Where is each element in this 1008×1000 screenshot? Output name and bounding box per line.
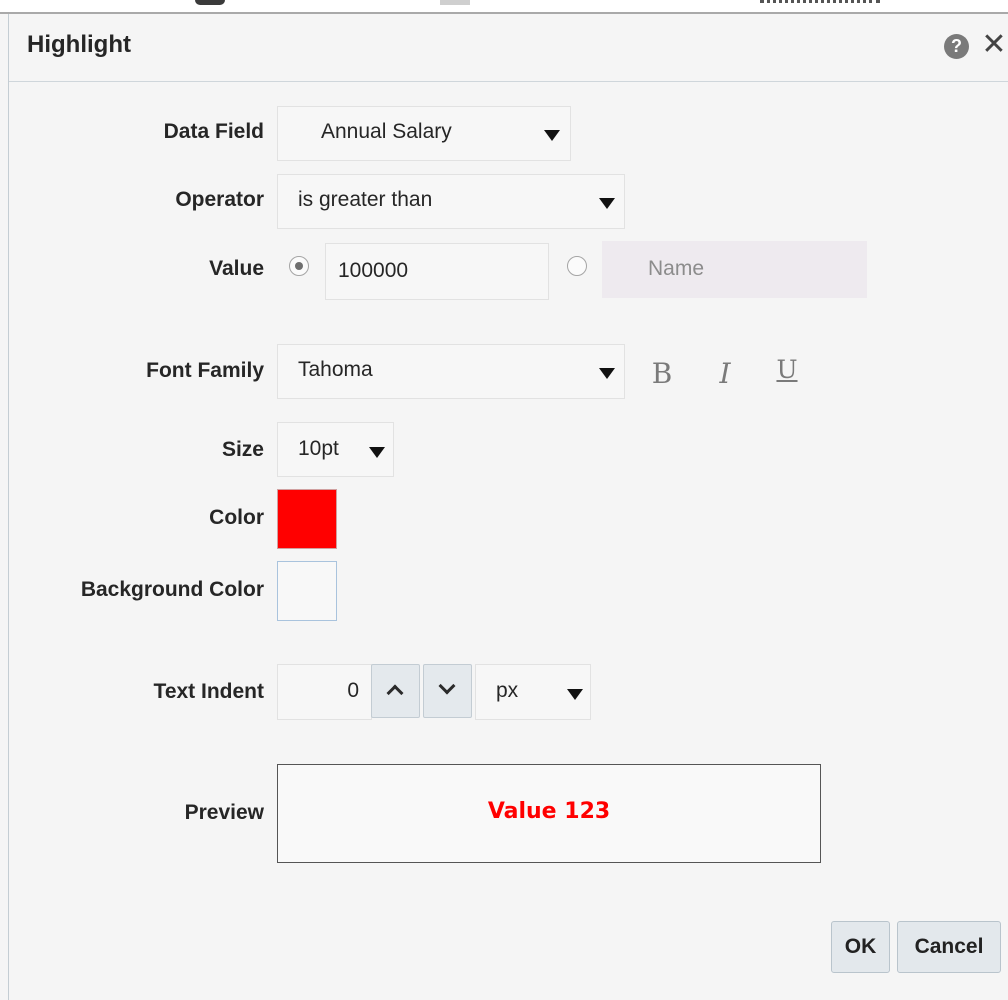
decrement-button[interactable] bbox=[423, 664, 472, 718]
dialog-title: Highlight bbox=[27, 31, 131, 58]
size-value: 10pt bbox=[298, 437, 339, 460]
background-window-strip bbox=[0, 0, 1008, 14]
preview-box: Value 123 bbox=[277, 764, 821, 863]
text-indent-control: 0 px bbox=[277, 664, 591, 720]
value-number-text: 100000 bbox=[338, 259, 409, 282]
chevron-down-icon bbox=[369, 447, 385, 458]
size-select[interactable]: 10pt bbox=[277, 422, 394, 477]
ok-button[interactable]: OK bbox=[831, 921, 890, 973]
data-field-select[interactable]: Annual Salary bbox=[277, 106, 571, 161]
italic-button[interactable]: I bbox=[710, 357, 740, 390]
font-family-value: Tahoma bbox=[298, 358, 373, 381]
background-color-label: Background Color bbox=[80, 578, 264, 601]
text-indent-label: Text Indent bbox=[153, 680, 264, 703]
value-name-input: Name bbox=[602, 241, 867, 298]
increment-button[interactable] bbox=[371, 664, 420, 718]
value-number-input[interactable]: 100000 bbox=[325, 243, 549, 300]
value-label: Value bbox=[209, 257, 264, 280]
operator-value: is greater than bbox=[298, 188, 433, 211]
color-swatch-button[interactable] bbox=[277, 489, 337, 549]
operator-select[interactable]: is greater than bbox=[277, 174, 625, 229]
chevron-down-icon bbox=[544, 130, 560, 141]
font-family-select[interactable]: Tahoma bbox=[277, 344, 625, 399]
background-color-swatch-button[interactable] bbox=[277, 561, 337, 621]
chevron-down-icon bbox=[438, 677, 456, 695]
font-family-label: Font Family bbox=[146, 359, 264, 382]
value-name-placeholder: Name bbox=[648, 257, 705, 280]
close-icon[interactable]: ✕ bbox=[979, 29, 1008, 63]
preview-text: Value 123 bbox=[487, 799, 611, 824]
chevron-up-icon bbox=[386, 684, 404, 702]
bold-button[interactable]: B bbox=[647, 357, 677, 390]
help-icon[interactable]: ? bbox=[944, 34, 969, 59]
size-label: Size bbox=[221, 438, 264, 461]
text-indent-unit-select[interactable]: px bbox=[475, 664, 591, 720]
color-label: Color bbox=[209, 506, 264, 529]
radio-selected-dot bbox=[295, 262, 303, 270]
preview-label: Preview bbox=[184, 801, 264, 824]
highlight-dialog: Highlight ? ✕ Data Field Annual Salary O… bbox=[8, 14, 1008, 1000]
data-field-label: Data Field bbox=[163, 120, 264, 143]
chevron-down-icon bbox=[599, 198, 615, 209]
underline-button[interactable]: U bbox=[772, 355, 802, 384]
text-indent-value: 0 bbox=[347, 679, 359, 702]
operator-label: Operator bbox=[175, 188, 264, 211]
data-field-value: Annual Salary bbox=[321, 120, 452, 143]
chevron-down-icon bbox=[567, 689, 583, 700]
text-indent-input[interactable]: 0 bbox=[277, 664, 372, 720]
dialog-header: Highlight ? ✕ bbox=[9, 14, 1008, 82]
value-name-radio[interactable] bbox=[567, 256, 587, 276]
cancel-button[interactable]: Cancel bbox=[897, 921, 1001, 973]
value-number-radio[interactable] bbox=[289, 256, 309, 276]
chevron-down-icon bbox=[599, 368, 615, 379]
text-indent-unit-value: px bbox=[496, 679, 519, 702]
